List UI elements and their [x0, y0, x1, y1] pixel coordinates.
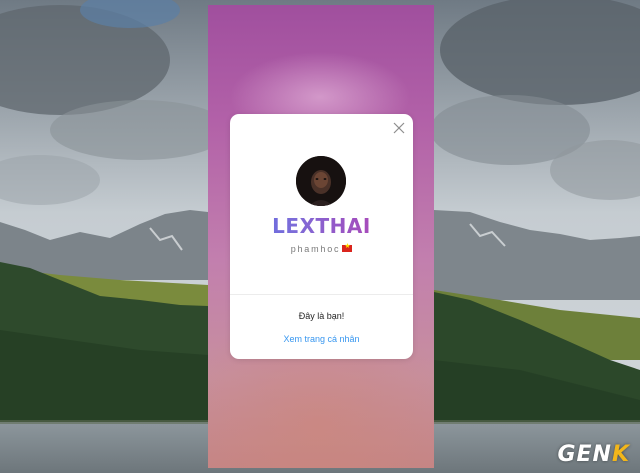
close-icon: [393, 122, 405, 134]
username-row: phamhoc: [230, 242, 413, 254]
vietnam-flag-icon: [342, 242, 353, 253]
phone-screen: LEXTHAI phamhoc Đây là bạn! Xem trang cá…: [208, 5, 434, 468]
genk-watermark-logo: GENK: [557, 442, 630, 467]
watermark-text-main: GEN: [557, 442, 612, 467]
profile-username: phamhoc: [290, 244, 341, 254]
profile-dialog: LEXTHAI phamhoc Đây là bạn! Xem trang cá…: [230, 114, 413, 359]
self-profile-message: Đây là bạn!: [298, 311, 345, 321]
view-profile-link[interactable]: Xem trang cá nhân: [230, 334, 413, 344]
close-button[interactable]: [391, 120, 407, 136]
profile-display-name: LEXTHAI: [230, 214, 413, 238]
dialog-divider: [230, 294, 413, 295]
watermark-text-accent: K: [611, 442, 630, 467]
avatar: [296, 156, 346, 206]
